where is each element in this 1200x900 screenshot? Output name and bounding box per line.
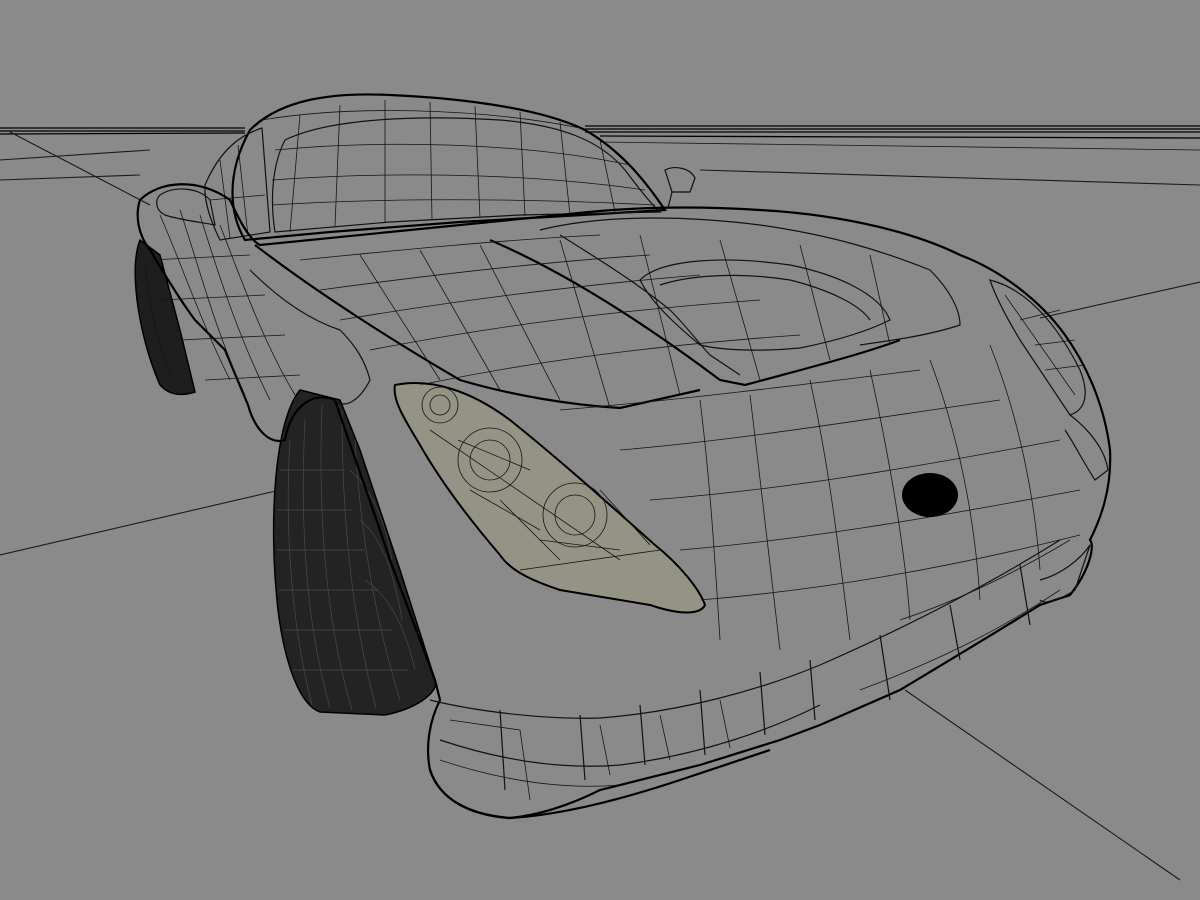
- wireframe-render: [0, 93, 1200, 881]
- front-tire: [272, 389, 437, 716]
- 3d-viewport[interactable]: [0, 0, 1200, 900]
- front-bumper: [428, 539, 1091, 820]
- horizon-lines: [0, 125, 1200, 151]
- rear-tire: [134, 238, 196, 396]
- headlight-left: [393, 382, 707, 614]
- hood-badge: [902, 473, 958, 517]
